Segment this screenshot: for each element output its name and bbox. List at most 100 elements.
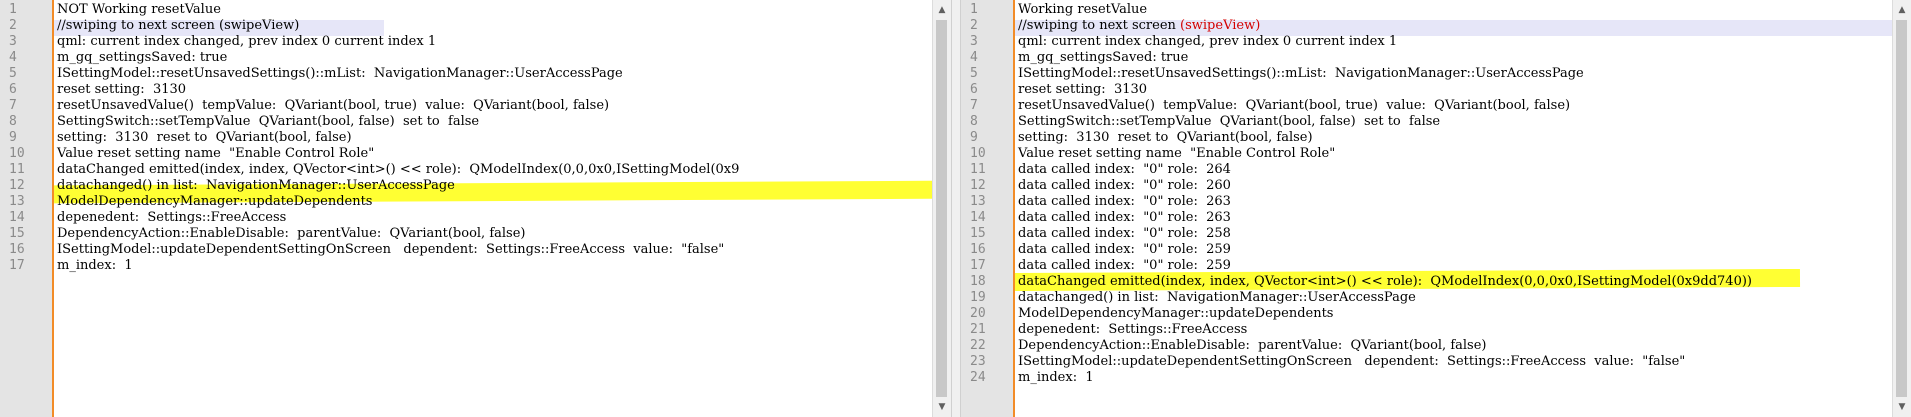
line-text-content: reset setting: 3130 — [1018, 82, 1148, 97]
code-line[interactable]: 6 reset setting: 3130 — [0, 82, 951, 98]
line-number: 7 — [9, 98, 17, 113]
line-text: Value reset setting name "Enable Control… — [1018, 146, 1335, 162]
scroll-up-arrow-icon[interactable]: ▲ — [1893, 2, 1911, 18]
scroll-thumb[interactable] — [936, 20, 947, 397]
code-line[interactable]: 10 Value reset setting name "Enable Contr… — [961, 146, 1911, 162]
code-line[interactable]: 24 m_index: 1 — [961, 370, 1911, 386]
code-line[interactable]: 3 qml: current index changed, prev index … — [961, 34, 1911, 50]
line-text: setting: 3130 reset to QVariant(bool, fa… — [57, 130, 352, 146]
scroll-thumb[interactable] — [1896, 20, 1907, 397]
code-line[interactable]: 7 resetUnsavedValue() tempValue: QVariant… — [961, 98, 1911, 114]
vertical-scrollbar[interactable]: ▲ ▼ — [1892, 0, 1911, 417]
code-line[interactable]: 13 ModelDependencyManager::updateDependen… — [0, 194, 951, 210]
line-text-content: ModelDependencyManager::updateDependents — [1018, 306, 1334, 321]
scroll-down-arrow-icon[interactable]: ▼ — [1893, 399, 1911, 415]
code-line[interactable]: 11 dataChanged emitted(index, index, QVec… — [0, 162, 951, 178]
line-text-content: dataChanged emitted(index, index, QVecto… — [57, 162, 740, 177]
code-line[interactable]: 19 datachanged() in list: NavigationManag… — [961, 290, 1911, 306]
line-number: 1 — [970, 2, 978, 17]
code-line[interactable]: 10 Value reset setting name "Enable Contr… — [0, 146, 951, 162]
line-text: dataChanged emitted(index, index, QVecto… — [1018, 274, 1752, 290]
code-line[interactable]: 2 //swiping to next screen (swipeView) — [961, 18, 1911, 34]
line-number: 11 — [970, 162, 986, 177]
line-text-content: data called index: "0" role: 263 — [1018, 210, 1231, 225]
line-text: //swiping to next screen (swipeView) — [57, 18, 299, 34]
scroll-down-arrow-icon[interactable]: ▼ — [933, 399, 951, 415]
code-line[interactable]: 9 setting: 3130 reset to QVariant(bool, f… — [961, 130, 1911, 146]
line-number: 16 — [9, 242, 25, 257]
code-line[interactable]: 15 data called index: "0" role: 258 — [961, 226, 1911, 242]
vertical-scrollbar[interactable]: ▲ ▼ — [932, 0, 951, 417]
line-number: 17 — [9, 258, 25, 273]
line-text: m_index: 1 — [57, 258, 133, 274]
code-line[interactable]: 8 SettingSwitch::setTempValue QVariant(bo… — [0, 114, 951, 130]
code-line[interactable]: 14 data called index: "0" role: 263 — [961, 210, 1911, 226]
code-line[interactable]: 5 ISettingModel::resetUnsavedSettings()::… — [0, 66, 951, 82]
line-text-content: data called index: "0" role: 259 — [1018, 242, 1231, 257]
code-line[interactable]: 17 m_index: 1 — [0, 258, 951, 274]
line-number: 1 — [9, 2, 17, 17]
line-number: 22 — [970, 338, 986, 353]
line-text-content: qml: current index changed, prev index 0… — [57, 34, 437, 49]
line-text-content: DependencyAction::EnableDisable: parentV… — [1018, 338, 1487, 353]
code-line[interactable]: 12 data called index: "0" role: 260 — [961, 178, 1911, 194]
line-number: 12 — [9, 178, 25, 193]
code-line[interactable]: 16 data called index: "0" role: 259 — [961, 242, 1911, 258]
code-line[interactable]: 18 dataChanged emitted(index, index, QVec… — [961, 274, 1911, 290]
pane-splitter[interactable] — [951, 0, 961, 417]
line-number: 14 — [9, 210, 25, 225]
line-text-content: depenedent: Settings::FreeAccess — [57, 210, 287, 225]
code-line[interactable]: 3 qml: current index changed, prev index … — [0, 34, 951, 50]
line-text: DependencyAction::EnableDisable: parentV… — [57, 226, 525, 242]
line-text: ISettingModel::updateDependentSettingOnS… — [57, 242, 724, 258]
line-text-content: datachanged() in list: NavigationManager… — [1018, 290, 1416, 305]
line-text: reset setting: 3130 — [57, 82, 186, 98]
line-text-content: data called index: "0" role: 259 — [1018, 258, 1231, 273]
code-line[interactable]: 21 depenedent: Settings::FreeAccess — [961, 322, 1911, 338]
code-line[interactable]: 22 DependencyAction::EnableDisable: paren… — [961, 338, 1911, 354]
code-line[interactable]: 9 setting: 3130 reset to QVariant(bool, f… — [0, 130, 951, 146]
code-line[interactable]: 17 data called index: "0" role: 259 — [961, 258, 1911, 274]
code-line[interactable]: 5 ISettingModel::resetUnsavedSettings()::… — [961, 66, 1911, 82]
line-text: setting: 3130 reset to QVariant(bool, fa… — [1018, 130, 1313, 146]
line-text: ISettingModel::resetUnsavedSettings()::m… — [57, 66, 623, 82]
code-line[interactable]: 4 m_gq_settingsSaved: true — [0, 50, 951, 66]
line-text: data called index: "0" role: 258 — [1018, 226, 1231, 242]
line-text-content: datachanged() in list: NavigationManager… — [57, 178, 455, 193]
code-line[interactable]: 4 m_gq_settingsSaved: true — [961, 50, 1911, 66]
scroll-up-arrow-icon[interactable]: ▲ — [933, 2, 951, 18]
code-line[interactable]: 6 reset setting: 3130 — [961, 82, 1911, 98]
line-number: 10 — [9, 146, 25, 161]
code-line[interactable]: 8 SettingSwitch::setTempValue QVariant(bo… — [961, 114, 1911, 130]
line-number: 8 — [970, 114, 978, 129]
line-number: 3 — [970, 34, 978, 49]
line-number: 6 — [9, 82, 17, 97]
line-number: 3 — [9, 34, 17, 49]
line-text-content: qml: current index changed, prev index 0… — [1018, 34, 1398, 49]
left-editor-pane[interactable]: 1 NOT Working resetValue 2 //swiping to nex… — [0, 0, 951, 417]
line-text: reset setting: 3130 — [1018, 82, 1147, 98]
line-text-red: (swipeView) — [1180, 18, 1261, 33]
code-line[interactable]: 1 Working resetValue — [961, 2, 1911, 18]
code-line[interactable]: 23 ISettingModel::updateDependentSettingO… — [961, 354, 1911, 370]
code-line[interactable]: 7 resetUnsavedValue() tempValue: QVariant… — [0, 98, 951, 114]
code-line[interactable]: 15 DependencyAction::EnableDisable: paren… — [0, 226, 951, 242]
right-editor-pane[interactable]: 1 Working resetValue 2 //swiping to next sc… — [961, 0, 1911, 417]
line-text-content: //swiping to next screen (swipeView) — [57, 18, 300, 33]
line-text-content: ISettingModel::resetUnsavedSettings()::m… — [57, 66, 623, 81]
code-line[interactable]: 2 //swiping to next screen (swipeView) — [0, 18, 951, 34]
code-line[interactable]: 16 ISettingModel::updateDependentSettingO… — [0, 242, 951, 258]
line-text-content: setting: 3130 reset to QVariant(bool, fa… — [1018, 130, 1313, 145]
code-line[interactable]: 20 ModelDependencyManager::updateDependen… — [961, 306, 1911, 322]
code-line[interactable]: 14 depenedent: Settings::FreeAccess — [0, 210, 951, 226]
line-text: NOT Working resetValue — [57, 2, 221, 18]
code-line[interactable]: 13 data called index: "0" role: 263 — [961, 194, 1911, 210]
code-line[interactable]: 11 data called index: "0" role: 264 — [961, 162, 1911, 178]
code-line[interactable]: 12 datachanged() in list: NavigationManag… — [0, 178, 951, 194]
line-number: 19 — [970, 290, 986, 305]
code-line[interactable]: 1 NOT Working resetValue — [0, 2, 951, 18]
line-text: data called index: "0" role: 263 — [1018, 210, 1231, 226]
line-number: 15 — [970, 226, 986, 241]
line-number: 9 — [970, 130, 978, 145]
line-number: 4 — [970, 50, 978, 65]
